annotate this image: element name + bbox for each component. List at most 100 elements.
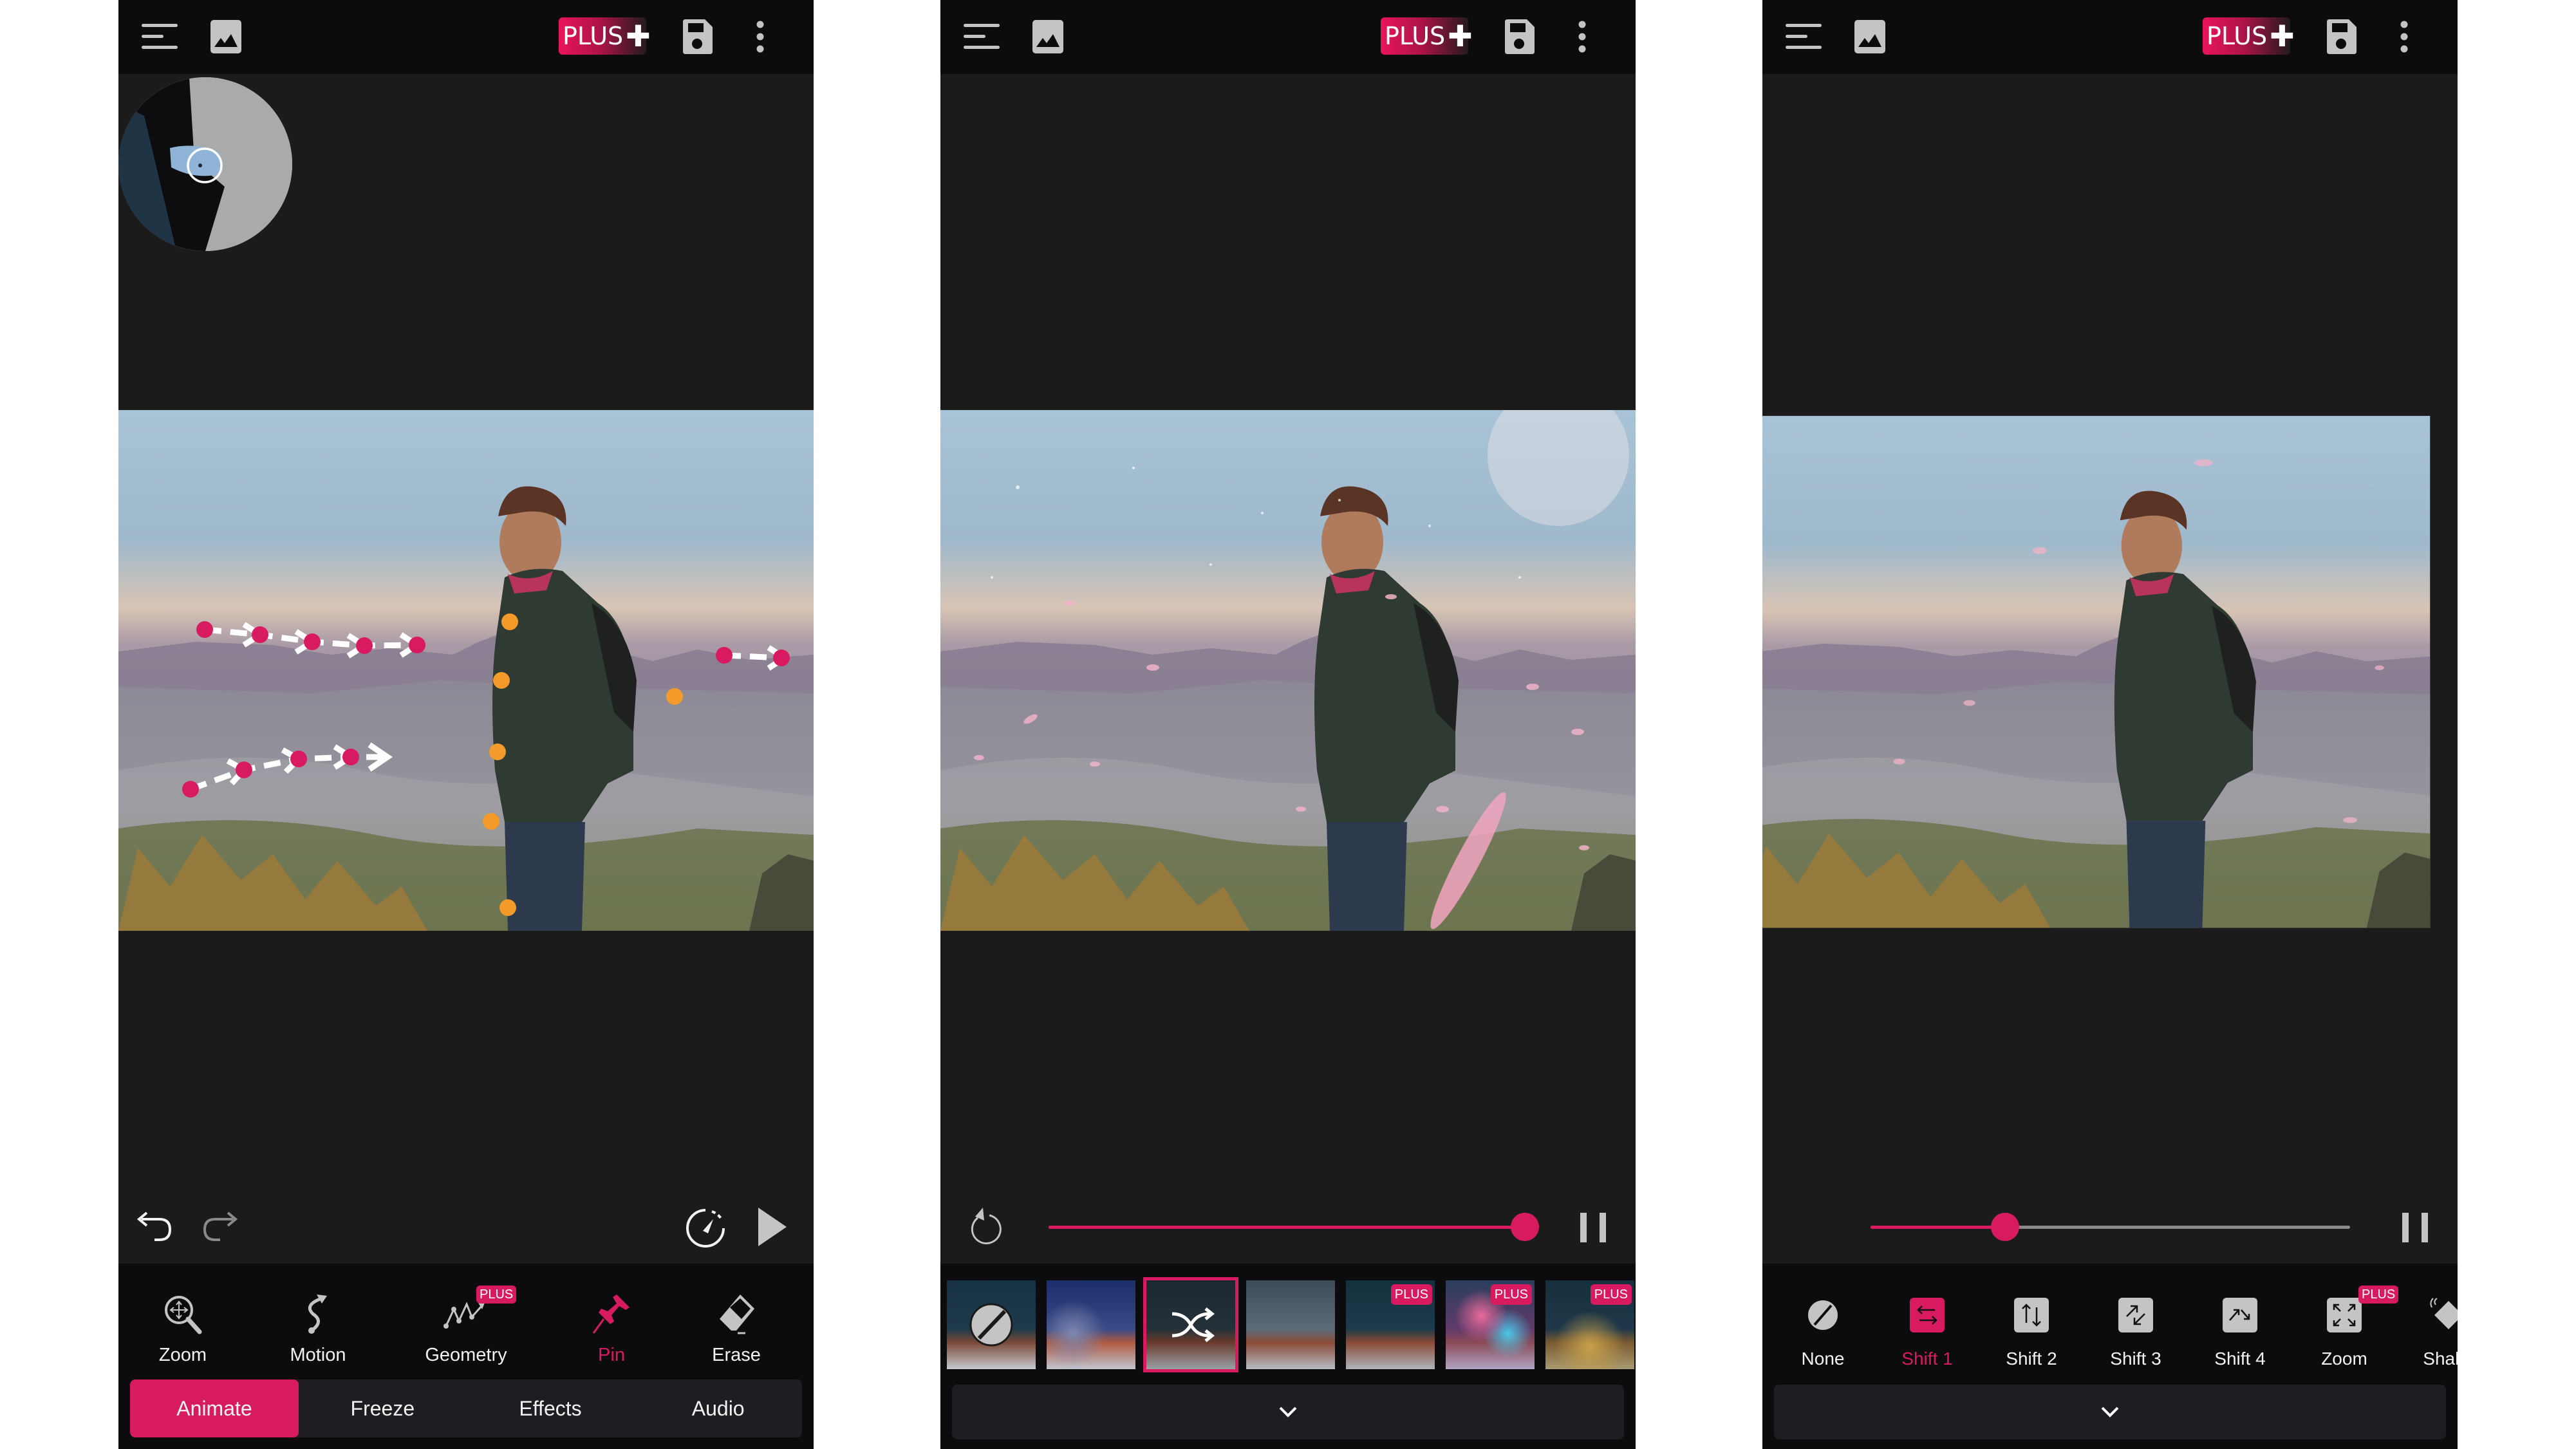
effect-thumbnail-random[interactable] <box>1143 1277 1238 1372</box>
top-app-bar: PLUS ✚ <box>1762 0 2458 74</box>
chevron-down-icon <box>2101 1407 2119 1417</box>
tool-label: Zoom <box>158 1345 207 1365</box>
eraser-icon <box>720 1295 754 1334</box>
transition-label: Shake <box>2423 1349 2458 1369</box>
pause-icon[interactable] <box>2401 1211 2433 1244</box>
slider-knob[interactable] <box>1990 1213 2019 1241</box>
play-icon[interactable] <box>757 1206 789 1248</box>
transition-label: Shift 1 <box>1901 1349 1953 1369</box>
transition-shift-2[interactable]: Shift 2 <box>1986 1288 2077 1369</box>
magnifier-loupe <box>118 77 292 251</box>
tool-pin[interactable]: Pin <box>560 1288 663 1378</box>
transition-shift-4[interactable]: Shift 4 <box>2195 1288 2285 1369</box>
transition-shift-3[interactable]: Shift 3 <box>2091 1288 2181 1369</box>
shift-diagonal-2-icon <box>2223 1298 2257 1332</box>
gallery-icon[interactable] <box>209 14 243 59</box>
effect-thumbnail-bokeh-pink[interactable]: PLUS <box>1446 1280 1535 1369</box>
gallery-icon[interactable] <box>1853 14 1887 59</box>
tool-label: Erase <box>712 1345 761 1365</box>
replay-icon[interactable] <box>964 1205 1002 1249</box>
gallery-icon[interactable] <box>1031 14 1065 59</box>
zoom-move-icon <box>165 1296 202 1334</box>
plus-cross-icon: ✚ <box>626 19 651 53</box>
transition-label: Zoom <box>2321 1349 2367 1369</box>
transition-shake[interactable]: PLUSShake <box>2403 1288 2458 1369</box>
save-icon[interactable] <box>1500 14 1539 59</box>
tool-zoom[interactable]: Zoom <box>131 1288 234 1378</box>
tool-geometry[interactable]: PLUS Geometry <box>415 1285 518 1378</box>
photo-canvas[interactable] <box>940 410 1636 931</box>
photo-canvas[interactable] <box>118 410 814 931</box>
transitions-toolbar: None Shift 1 Shift 2 Shift 3 Shift 4 PLUS Zoom… <box>1762 1264 2458 1449</box>
tool-erase[interactable]: Erase <box>685 1288 788 1378</box>
playback-progress-slider[interactable] <box>1871 1213 2350 1241</box>
effects-toolbar: PLUS PLUS PLUS <box>940 1264 1636 1449</box>
plus-label: PLUS <box>1385 22 1446 50</box>
shuffle-icon <box>1171 1307 1215 1342</box>
playback-progress-slider[interactable] <box>1049 1213 1539 1241</box>
transition-zoom[interactable]: PLUS Zoom <box>2299 1285 2399 1369</box>
collapse-panel-button[interactable] <box>1774 1385 2446 1439</box>
effect-thumbnail-none[interactable] <box>947 1280 1036 1369</box>
menu-icon[interactable] <box>140 14 179 59</box>
more-vert-icon[interactable] <box>751 14 770 59</box>
transition-none[interactable]: None <box>1778 1288 1868 1369</box>
plus-upgrade-button[interactable]: PLUS ✚ <box>559 17 651 55</box>
transition-label: Shift 2 <box>2006 1349 2057 1369</box>
undo-icon[interactable] <box>135 1208 174 1246</box>
plus-upgrade-button[interactable]: PLUS ✚ <box>2203 17 2295 55</box>
top-app-bar: PLUS ✚ <box>118 0 814 74</box>
playback-controls <box>940 1191 1636 1264</box>
effect-thumbnail-stars[interactable]: PLUS <box>1346 1280 1435 1369</box>
photo-canvas[interactable] <box>1762 410 2458 931</box>
top-app-bar: PLUS ✚ <box>940 0 1636 74</box>
tab-effects[interactable]: Effects <box>467 1379 635 1437</box>
plus-cross-icon: ✚ <box>1448 19 1473 53</box>
save-icon[interactable] <box>2322 14 2361 59</box>
transition-label: None <box>1801 1349 1845 1369</box>
tool-label: Geometry <box>425 1345 507 1365</box>
editor-panel-transitions: PLUS ✚ None Shift 1 Shift 2 Shift 3 Shift <box>1762 0 2458 1449</box>
mode-tabs: Animate Freeze Effects Audio <box>130 1379 802 1437</box>
slider-knob[interactable] <box>1511 1213 1539 1241</box>
pin-icon <box>592 1295 630 1334</box>
plus-badge: PLUS <box>1590 1284 1632 1305</box>
shift-horizontal-icon <box>1910 1298 1945 1332</box>
plus-upgrade-button[interactable]: PLUS ✚ <box>1381 17 1473 55</box>
menu-icon[interactable] <box>962 14 1001 59</box>
slider-fill <box>1871 1226 2005 1229</box>
plus-cross-icon: ✚ <box>2270 19 2295 53</box>
shift-vertical-icon <box>2014 1298 2049 1332</box>
tab-audio[interactable]: Audio <box>634 1379 802 1437</box>
effect-thumbnail-fire[interactable]: PLUS <box>1545 1280 1634 1369</box>
bottom-toolbar: Zoom Motion PLUS Geometry Pin Erase Anim… <box>118 1264 814 1449</box>
tool-label: Motion <box>290 1345 346 1365</box>
playback-controls <box>118 1191 814 1264</box>
editor-panel-effects: PLUS ✚ PLUS PLUS PLUS <box>940 0 1636 1449</box>
save-icon[interactable] <box>678 14 717 59</box>
chevron-down-icon <box>1279 1407 1297 1417</box>
plus-badge: PLUS <box>1490 1284 1532 1305</box>
tool-motion[interactable]: Motion <box>266 1288 369 1378</box>
collapse-panel-button[interactable] <box>952 1385 1624 1439</box>
effect-thumbnail-bokeh-blue[interactable] <box>1047 1280 1135 1369</box>
redo-icon[interactable] <box>201 1208 239 1246</box>
more-vert-icon[interactable] <box>2394 14 2414 59</box>
playback-controls <box>1762 1191 2458 1264</box>
tab-animate[interactable]: Animate <box>130 1379 299 1437</box>
effect-thumbnails: PLUS PLUS PLUS <box>947 1277 1636 1372</box>
plus-badge: PLUS <box>2358 1285 2399 1304</box>
effect-thumbnail-rain[interactable] <box>1246 1280 1335 1369</box>
menu-icon[interactable] <box>1784 14 1823 59</box>
editor-panel-animate: PLUS ✚ Zoom Motion PLUS Geometry Pin Era… <box>118 0 814 1449</box>
plus-label: PLUS <box>2207 22 2268 50</box>
shift-diagonal-icon <box>2118 1298 2153 1332</box>
transition-label: Shift 4 <box>2214 1349 2266 1369</box>
plus-badge: PLUS <box>476 1285 517 1304</box>
pause-icon[interactable] <box>1579 1211 1611 1244</box>
speedometer-icon[interactable] <box>685 1208 726 1249</box>
more-vert-icon[interactable] <box>1573 14 1592 59</box>
tab-freeze[interactable]: Freeze <box>299 1379 467 1437</box>
plus-label: PLUS <box>563 22 624 50</box>
transition-shift-1[interactable]: Shift 1 <box>1882 1288 1972 1369</box>
